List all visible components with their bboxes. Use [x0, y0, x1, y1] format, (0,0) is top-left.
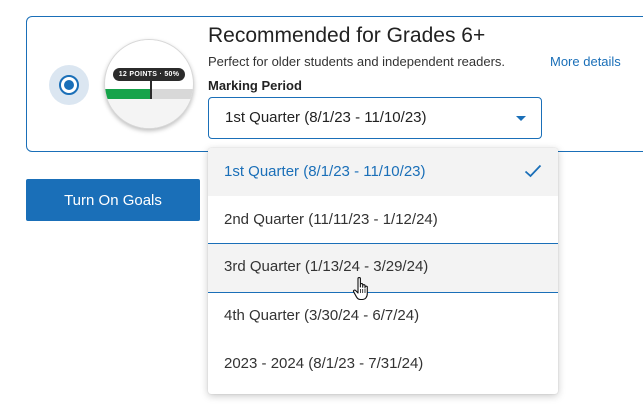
goal-thumbnail: 12 POINTS · 50% — [104, 39, 194, 129]
dropdown-option-2nd-quarter[interactable]: 2nd Quarter (11/11/23 - 1/12/24) — [208, 196, 558, 244]
thumbnail-points-badge: 12 POINTS · 50% — [113, 68, 185, 81]
dropdown-option-4th-quarter[interactable]: 4th Quarter (3/30/24 - 6/7/24) — [208, 292, 558, 340]
dropdown-option-full-year[interactable]: 2023 - 2024 (8/1/23 - 7/31/24) — [208, 340, 558, 388]
option-label: 2nd Quarter (11/11/23 - 1/12/24) — [224, 211, 438, 228]
caret-down-icon — [516, 116, 526, 121]
option-label: 3rd Quarter (1/13/24 - 3/29/24) — [224, 258, 429, 275]
thumbnail-progress-fill — [105, 89, 150, 99]
marking-period-select[interactable]: 1st Quarter (8/1/23 - 11/10/23) — [208, 97, 542, 139]
radio-selected-dot — [64, 80, 74, 90]
thumbnail-progress-marker — [150, 81, 152, 99]
dropdown-option-3rd-quarter[interactable]: 3rd Quarter (1/13/24 - 3/29/24) — [208, 243, 558, 293]
turn-on-goals-button[interactable]: Turn On Goals — [26, 179, 200, 221]
goal-option-subtitle: Perfect for older students and independe… — [208, 54, 506, 69]
hand-pointer-icon — [352, 276, 368, 301]
marking-period-dropdown: 1st Quarter (8/1/23 - 11/10/23) 2nd Quar… — [208, 148, 558, 394]
marking-period-label: Marking Period — [208, 78, 302, 93]
goal-option-title: Recommended for Grades 6+ — [208, 24, 486, 47]
option-label: 1st Quarter (8/1/23 - 11/10/23) — [224, 163, 426, 180]
thumbnail-top — [105, 40, 193, 71]
dropdown-option-1st-quarter[interactable]: 1st Quarter (8/1/23 - 11/10/23) — [208, 148, 558, 196]
option-label: 2023 - 2024 (8/1/23 - 7/31/24) — [224, 355, 424, 372]
option-label: 4th Quarter (3/30/24 - 6/7/24) — [224, 307, 420, 324]
more-details-link[interactable]: More details — [550, 54, 621, 69]
thumbnail-bottom — [105, 99, 193, 128]
checkmark-icon — [524, 164, 542, 178]
marking-period-selected-value: 1st Quarter (8/1/23 - 11/10/23) — [225, 109, 427, 126]
